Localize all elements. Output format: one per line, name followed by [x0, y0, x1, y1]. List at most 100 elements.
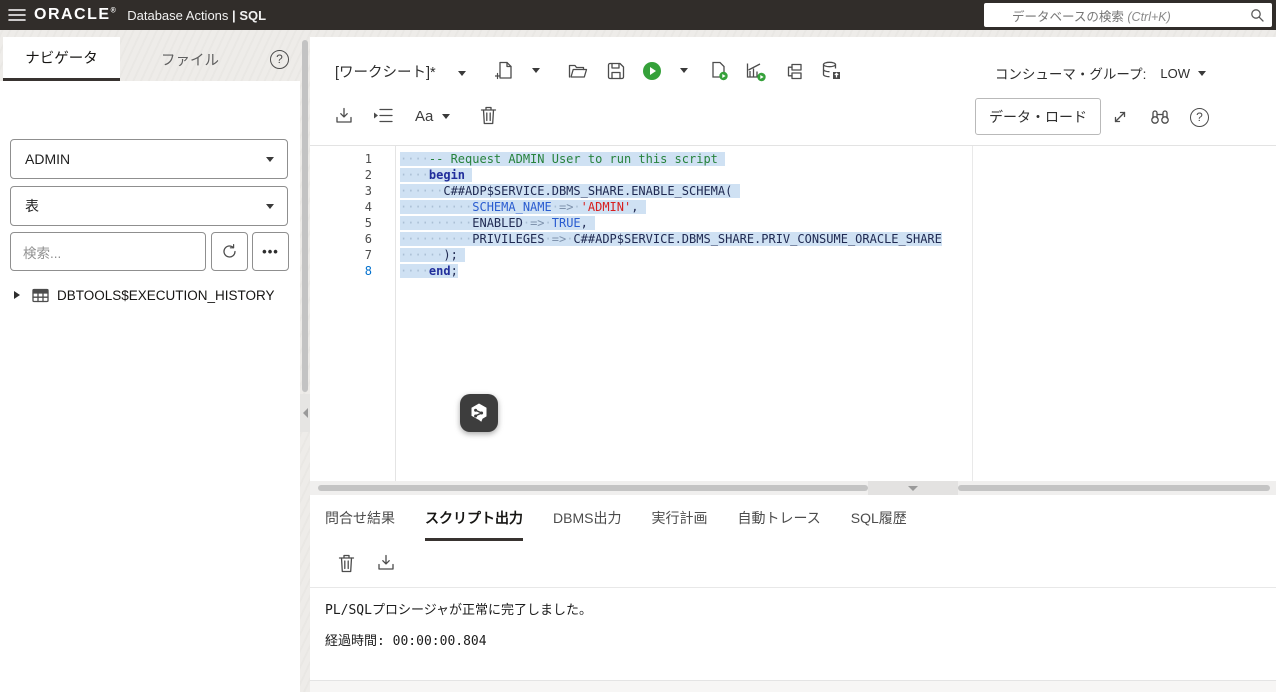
line-number: 5 — [310, 215, 372, 231]
tab-sql-history[interactable]: SQL履歴 — [851, 495, 907, 541]
object-search-input[interactable]: 検索... — [10, 232, 206, 271]
sidebar-collapse-handle[interactable] — [300, 394, 310, 432]
code-content[interactable]: ····-- Request ADMIN User to run this sc… — [400, 151, 942, 279]
trash-icon — [480, 106, 497, 125]
line-number: 1 — [310, 151, 372, 167]
search-icon — [1249, 7, 1265, 23]
app-title: Database Actions | SQL — [127, 8, 266, 23]
run-statement-button[interactable] — [642, 61, 662, 81]
new-worksheet-button[interactable] — [495, 61, 514, 81]
results-collapse-handle[interactable] — [868, 481, 958, 495]
tab-explain-plan[interactable]: 実行計画 — [651, 495, 707, 541]
font-size-button[interactable]: Aa — [415, 108, 450, 125]
object-type-select[interactable]: 表 — [10, 186, 288, 226]
format-icon — [373, 108, 393, 123]
chevron-down-icon — [266, 204, 274, 209]
tab-files[interactable]: ファイル — [120, 37, 260, 81]
open-folder-icon — [568, 63, 588, 79]
navigator-panel: ADMIN 表 検索... ••• — [0, 81, 300, 692]
data-load-button[interactable]: データ・ロード — [975, 98, 1101, 135]
code-line[interactable]: ····end; — [400, 263, 942, 279]
open-file-button[interactable] — [568, 63, 588, 79]
find-button[interactable] — [1150, 109, 1170, 125]
tab-query-result[interactable]: 問合せ結果 — [325, 495, 395, 541]
tab-script-output[interactable]: スクリプト出力 — [425, 495, 523, 541]
autotrace-icon — [784, 63, 803, 80]
line-number-gutter: 12345678 — [310, 151, 372, 279]
autotrace-button[interactable] — [784, 63, 803, 80]
binoculars-icon — [1150, 109, 1170, 125]
code-line[interactable]: ··········SCHEMA_NAME·=>·'ADMIN', — [400, 199, 942, 215]
chevron-down-icon — [1198, 71, 1206, 76]
print-margin-line — [972, 146, 973, 482]
run-script-button[interactable] — [709, 61, 729, 86]
code-line[interactable]: ····begin — [400, 167, 942, 183]
download-output-button[interactable] — [377, 554, 395, 572]
explain-plan-button[interactable] — [746, 62, 767, 87]
line-number: 2 — [310, 167, 372, 183]
database-search-input[interactable]: データベースの検索 (Ctrl+K) — [984, 3, 1272, 27]
line-number: 6 — [310, 231, 372, 247]
save-icon — [607, 62, 625, 80]
run-options-chevron[interactable] — [680, 68, 688, 73]
clear-output-button[interactable] — [338, 554, 355, 573]
code-assistant-button[interactable] — [460, 394, 498, 432]
navigator-sidebar: ナビゲータ ファイル ? ADMIN 表 検索... ••• — [0, 30, 300, 692]
trash-icon — [338, 554, 355, 573]
code-line[interactable]: ··········ENABLED·=>·TRUE, — [400, 215, 942, 231]
worksheet-title-dropdown[interactable]: [ワークシート]* — [335, 61, 466, 82]
format-button[interactable] — [373, 108, 393, 123]
clear-editor-button[interactable] — [480, 106, 497, 125]
table-icon — [32, 288, 49, 303]
script-output-text: PL/SQLプロシージャが正常に完了しました。 経過時間: 00:00:00.8… — [325, 603, 592, 650]
schema-select[interactable]: ADMIN — [10, 139, 288, 179]
run-icon — [642, 61, 662, 81]
download-icon — [377, 554, 395, 572]
code-line[interactable]: ····-- Request ADMIN User to run this sc… — [400, 151, 942, 167]
results-splitter[interactable] — [310, 481, 1276, 495]
new-worksheet-chevron[interactable] — [532, 68, 540, 73]
save-button[interactable] — [607, 62, 625, 80]
hamburger-menu-icon[interactable] — [0, 0, 34, 30]
line-number: 8 — [310, 263, 372, 279]
code-line[interactable]: ······); — [400, 247, 942, 263]
sql-editor[interactable]: 12345678 ····-- Request ADMIN User to ru… — [310, 145, 1276, 481]
line-number: 7 — [310, 247, 372, 263]
maximize-button[interactable] — [1112, 109, 1128, 125]
chevron-down-icon — [458, 71, 466, 76]
sidebar-splitter[interactable] — [300, 30, 310, 692]
tab-navigator[interactable]: ナビゲータ — [3, 37, 120, 81]
collapse-left-icon — [303, 408, 308, 418]
sidebar-help-icon[interactable]: ? — [270, 50, 289, 69]
assistant-chat-icon — [468, 402, 490, 424]
splitter-thumb[interactable] — [302, 40, 308, 392]
worksheet-panel: [ワークシート]* — [310, 37, 1276, 692]
editor-download-button[interactable] — [335, 107, 353, 125]
consumer-group-label: コンシューマ・グループ: — [995, 63, 1146, 83]
download-icon — [335, 107, 353, 125]
tree-item-dbtools-execution-history[interactable]: DBTOOLS$EXECUTION_HISTORY — [0, 284, 300, 306]
download-ddl-button[interactable] — [821, 61, 841, 86]
caret-right-icon[interactable] — [14, 291, 20, 299]
line-number: 4 — [310, 199, 372, 215]
run-script-icon — [709, 61, 729, 81]
code-line[interactable]: ······C##ADP$SERVICE.DBMS_SHARE.ENABLE_S… — [400, 183, 942, 199]
output-toolbar — [310, 541, 1276, 588]
code-line[interactable]: ··········PRIVILEGES·=>·C##ADP$SERVICE.D… — [400, 231, 942, 247]
tab-dbms-output[interactable]: DBMS出力 — [553, 495, 621, 541]
splitter-thumb[interactable] — [958, 485, 1270, 491]
explain-plan-icon — [746, 62, 767, 82]
object-tree: DBTOOLS$EXECUTION_HISTORY — [0, 284, 300, 306]
gutter-separator — [395, 146, 396, 482]
refresh-button[interactable] — [211, 232, 248, 271]
output-success-message: PL/SQLプロシージャが正常に完了しました。 — [325, 603, 592, 619]
collapse-down-icon — [908, 486, 918, 491]
new-file-icon — [495, 61, 514, 81]
top-header-bar: ORACLE® Database Actions | SQL データベースの検索… — [0, 0, 1276, 30]
splitter-thumb[interactable] — [318, 485, 868, 491]
worksheet-help-icon[interactable]: ? — [1190, 108, 1209, 127]
consumer-group-select[interactable]: LOW — [1160, 66, 1206, 81]
more-options-button[interactable]: ••• — [252, 232, 289, 271]
consumer-group-control: コンシューマ・グループ: LOW — [995, 63, 1206, 83]
tab-autotrace[interactable]: 自動トレース — [737, 495, 820, 541]
